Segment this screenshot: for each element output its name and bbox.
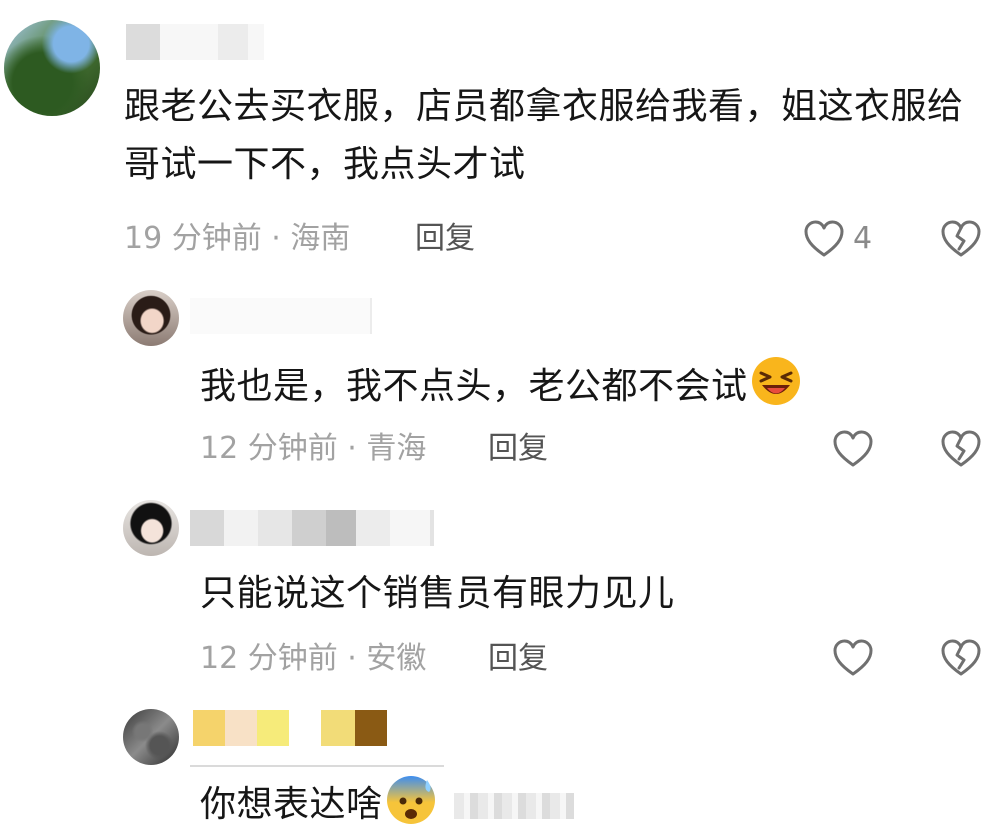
reply-button[interactable]: 回复 [488,639,548,679]
comment-location: 安徽 [366,641,427,676]
username-redacted[interactable] [193,710,387,746]
comment-text-content: 我也是，我不点头，老公都不会试 [200,366,748,407]
comment-time: 19 分钟前 [124,221,262,256]
heart-outline-icon[interactable] [803,219,845,259]
reply-button[interactable]: 回复 [415,219,475,259]
broken-heart-icon[interactable] [940,219,982,259]
comment-text: 只能说这个销售员有眼力见儿 [200,573,675,614]
like-count: 4 [853,221,873,256]
comment-meta: 19 分钟前 · 海南 [124,219,350,259]
comment-meta: 12 分钟前 · 青海 [200,429,426,469]
username-redacted[interactable] [190,510,434,546]
meta-separator: · [261,221,291,256]
heart-outline-icon[interactable] [832,638,874,678]
meta-separator: · [337,431,367,466]
username-redacted[interactable] [190,298,372,334]
cold-sweat-emoji-icon [386,776,435,824]
avatar[interactable] [123,500,179,556]
avatar[interactable] [123,290,179,346]
username-redacted[interactable] [126,24,264,60]
comment-meta: 12 分钟前 · 安徽 [200,639,426,679]
broken-heart-icon[interactable] [940,429,982,469]
comment-text-content: 你想表达啥 [200,784,383,825]
image-thumbnail-redacted [454,793,575,819]
comment-location: 青海 [366,431,427,466]
avatar[interactable] [123,709,179,765]
comment-text: 你想表达啥 [200,774,900,834]
laughing-emoji-icon [751,357,800,405]
meta-separator: · [337,641,367,676]
broken-heart-icon[interactable] [940,638,982,678]
comment-time: 12 分钟前 [200,641,338,676]
avatar[interactable] [4,20,100,116]
comment-text: 我也是，我不点头，老公都不会试 [200,355,900,416]
reply-button[interactable]: 回复 [488,429,548,469]
divider [190,765,444,767]
comment-text: 跟老公去买衣服，店员都拿衣服给我看，姐这衣服给哥试一下不，我点头才试 [124,86,964,185]
comment-location: 海南 [290,221,351,256]
heart-outline-icon[interactable] [832,429,874,469]
comment-time: 12 分钟前 [200,431,338,466]
